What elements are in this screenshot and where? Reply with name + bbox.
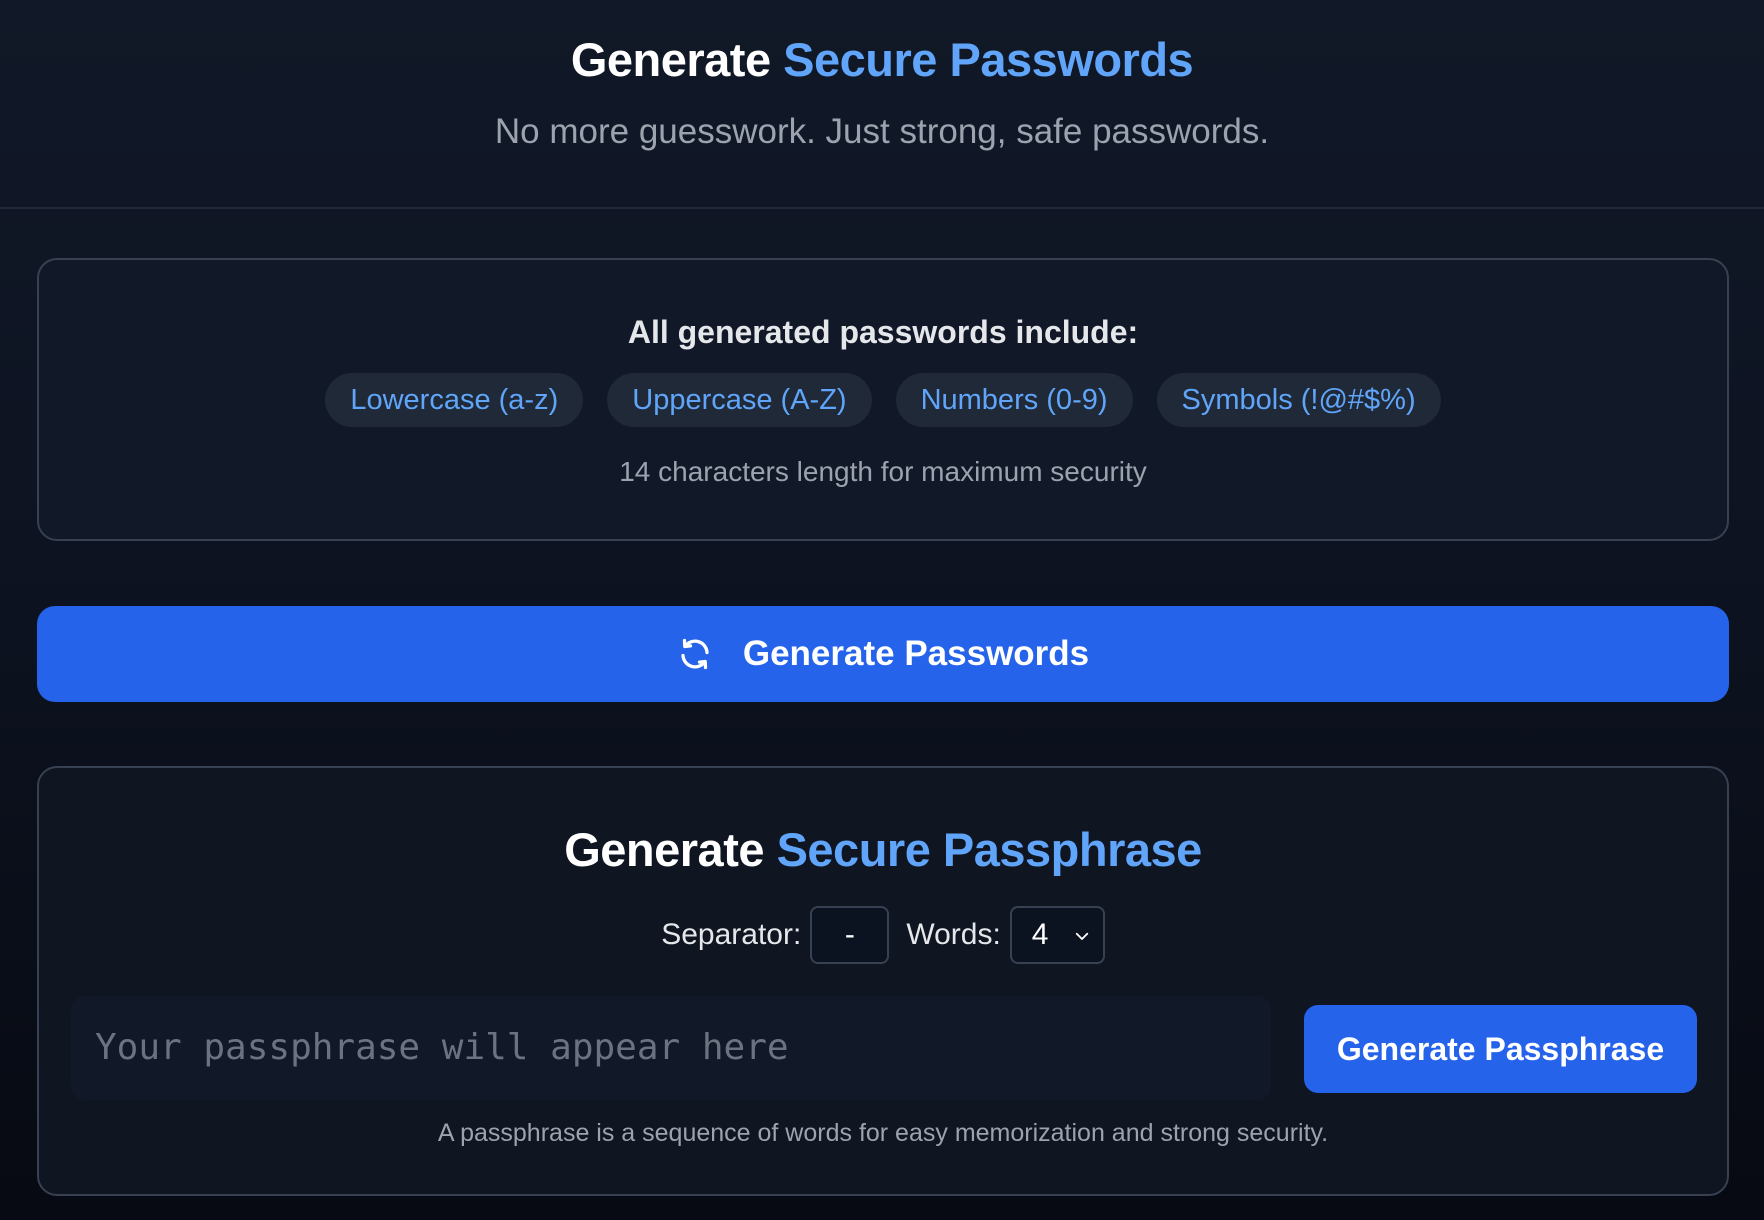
passphrase-title-plain: Generate [564,823,764,876]
generate-passphrase-button[interactable]: Generate Passphrase [1304,1005,1697,1093]
length-note: 14 characters length for maximum securit… [619,456,1147,487]
chip-uppercase: Uppercase (A-Z) [607,373,872,427]
page-title: Generate Secure Passwords [0,30,1764,90]
passphrase-output-field[interactable]: Your passphrase will appear here [71,996,1271,1100]
passphrase-card: Generate Secure Passphrase Separator: - … [37,766,1729,1196]
page-subtitle: No more guesswork. Just strong, safe pas… [494,112,1270,151]
separator-label: Separator: [661,918,802,951]
words-select[interactable]: 4 [1009,906,1105,964]
page-header: Generate Secure Passwords No more guessw… [0,0,1764,209]
title-accent: Secure Passwords [783,33,1194,86]
passphrase-title-accent: Secure Passphrase [776,823,1203,876]
generate-passwords-label: Generate Passwords [742,634,1090,673]
words-value: 4 [1031,918,1049,951]
character-set-chips: Lowercase (a-z) Uppercase (A-Z) Numbers … [39,373,1727,427]
chip-symbols: Symbols (!@#$%) [1156,373,1441,427]
title-plain: Generate [570,33,771,86]
password-info-card: All generated passwords include: Lowerca… [37,258,1729,541]
generate-passwords-button[interactable]: Generate Passwords [37,606,1729,702]
separator-input[interactable]: - [810,906,890,964]
chip-numbers: Numbers (0-9) [895,373,1133,427]
passphrase-options: Separator: - Words: 4 [39,906,1727,964]
refresh-icon [677,636,713,672]
chip-lowercase: Lowercase (a-z) [325,373,584,427]
words-label: Words: [906,918,1001,951]
info-heading: All generated passwords include: [627,314,1139,350]
chevron-down-icon [1075,932,1088,940]
passphrase-note: A passphrase is a sequence of words for … [437,1119,1329,1147]
passphrase-title: Generate Secure Passphrase [39,820,1727,880]
